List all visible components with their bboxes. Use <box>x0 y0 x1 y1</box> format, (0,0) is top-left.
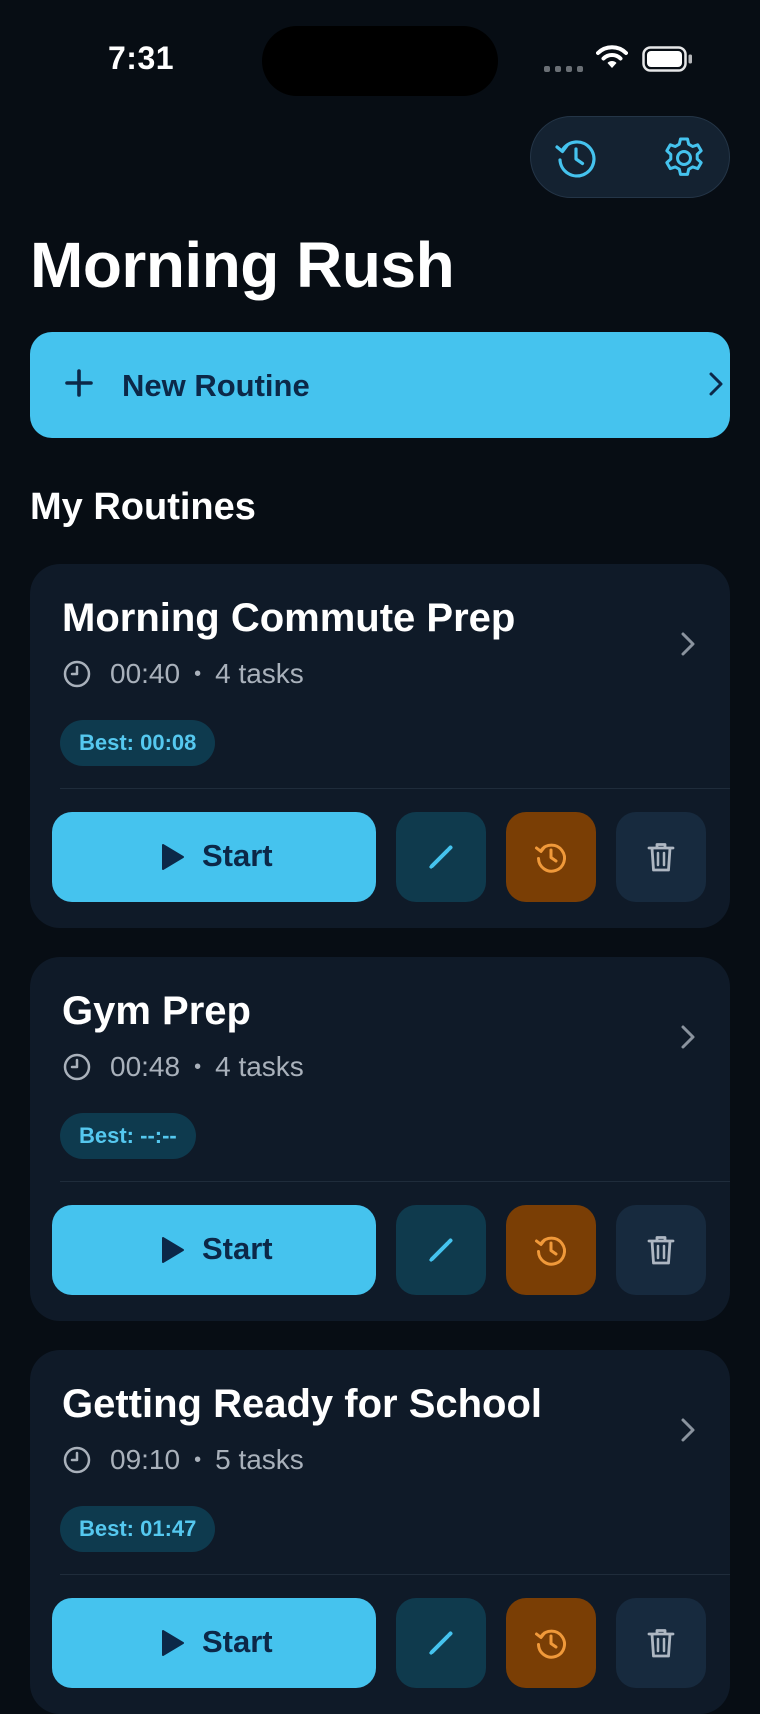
play-icon <box>162 1630 184 1656</box>
routine-name: Morning Commute Prep <box>62 596 516 640</box>
start-button[interactable]: Start <box>52 812 376 902</box>
best-time-badge: Best: --:-- <box>60 1113 196 1159</box>
edit-button[interactable] <box>396 1205 486 1295</box>
separator-dot: • <box>194 1448 202 1471</box>
card-divider <box>60 1181 730 1182</box>
routine-card[interactable]: Morning Commute Prep 00:40 • 4 tasks Bes… <box>30 564 730 928</box>
play-icon <box>162 844 184 870</box>
start-button[interactable]: Start <box>52 1598 376 1688</box>
gear-icon[interactable] <box>661 135 707 181</box>
edit-button[interactable] <box>396 1598 486 1688</box>
history-icon <box>535 1629 566 1659</box>
delete-button[interactable] <box>616 1205 706 1295</box>
clock-icon <box>63 660 91 688</box>
routine-meta: 00:40 • 4 tasks <box>62 658 304 690</box>
trash-icon <box>647 1629 675 1658</box>
separator-dot: • <box>194 1055 202 1078</box>
wifi-icon <box>596 45 628 68</box>
new-routine-button[interactable]: New Routine <box>30 332 730 438</box>
card-divider <box>60 1574 730 1575</box>
routine-meta: 09:10 • 5 tasks <box>62 1444 304 1476</box>
routine-duration: 00:40 <box>110 658 181 689</box>
routine-meta: 00:48 • 4 tasks <box>62 1051 304 1083</box>
dynamic-island <box>262 26 498 96</box>
routine-task-count: 4 tasks <box>215 658 304 689</box>
best-time-badge: Best: 00:08 <box>60 720 216 766</box>
clock-icon <box>63 1446 91 1474</box>
section-title: My Routines <box>30 486 256 528</box>
routine-history-button[interactable] <box>506 1598 596 1688</box>
chevron-right-icon <box>709 372 723 396</box>
routine-history-button[interactable] <box>506 812 596 902</box>
history-icon[interactable] <box>553 135 599 181</box>
delete-button[interactable] <box>616 812 706 902</box>
clock-icon <box>63 1053 91 1081</box>
start-label: Start <box>202 1231 273 1266</box>
delete-button[interactable] <box>616 1598 706 1688</box>
trash-icon <box>647 1236 675 1265</box>
routine-duration: 09:10 <box>110 1444 181 1475</box>
routine-name: Getting Ready for School <box>62 1382 543 1426</box>
status-time: 7:31 <box>108 40 175 76</box>
pencil-icon <box>428 1238 453 1263</box>
status-bar: 7:31 <box>0 0 760 110</box>
chevron-right-icon[interactable] <box>678 1416 698 1444</box>
routine-task-count: 4 tasks <box>215 1051 304 1082</box>
card-divider <box>60 788 730 789</box>
routine-card[interactable]: Getting Ready for School 09:10 • 5 tasks… <box>30 1350 730 1714</box>
best-time-badge: Best: 01:47 <box>60 1506 216 1552</box>
routine-history-button[interactable] <box>506 1205 596 1295</box>
trash-icon <box>647 843 675 872</box>
start-button[interactable]: Start <box>52 1205 376 1295</box>
play-icon <box>162 1237 184 1263</box>
edit-button[interactable] <box>396 812 486 902</box>
start-label: Start <box>202 838 273 873</box>
page-title: Morning Rush <box>30 229 455 301</box>
chevron-right-icon[interactable] <box>678 630 698 658</box>
start-label: Start <box>202 1624 273 1659</box>
plus-icon <box>65 369 93 397</box>
routine-task-count: 5 tasks <box>215 1444 304 1475</box>
routine-duration: 00:48 <box>110 1051 181 1082</box>
history-icon <box>535 843 566 873</box>
routine-name: Gym Prep <box>62 989 251 1033</box>
pencil-icon <box>428 1631 453 1656</box>
battery-icon <box>642 46 692 72</box>
cellular-signal-icon <box>544 66 583 72</box>
separator-dot: • <box>194 662 202 685</box>
history-icon <box>535 1236 566 1266</box>
new-routine-label: New Routine <box>122 368 310 403</box>
pencil-icon <box>428 845 453 870</box>
routine-card[interactable]: Gym Prep 00:48 • 4 tasks Best: --:-- Sta… <box>30 957 730 1321</box>
header-actions <box>530 116 730 198</box>
chevron-right-icon[interactable] <box>678 1023 698 1051</box>
